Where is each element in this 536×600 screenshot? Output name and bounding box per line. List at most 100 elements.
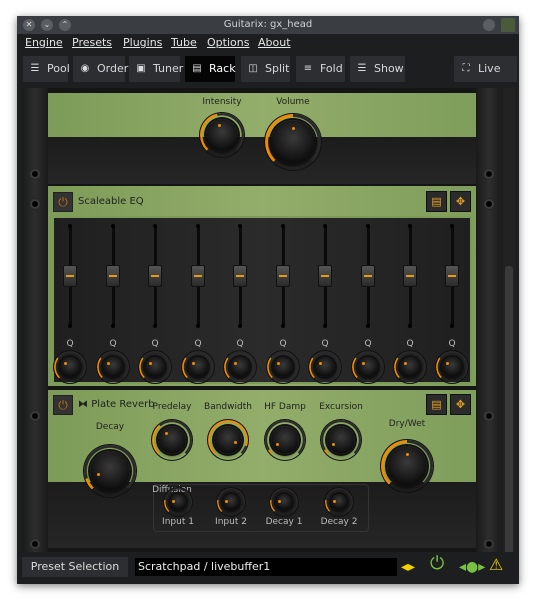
volume-knob-indicator [291, 127, 295, 131]
eq-slider-led [450, 324, 454, 328]
rack-button[interactable]: ▤ Rack [185, 56, 236, 82]
menu-about[interactable]: About [258, 36, 291, 49]
screw-icon [29, 168, 41, 180]
screw-icon [483, 168, 495, 180]
label: Live [478, 62, 501, 75]
eq-gain-slider[interactable] [361, 265, 375, 287]
eq-q-knob[interactable] [145, 357, 165, 377]
label: Fold [320, 62, 343, 75]
menu-tube[interactable]: Tube [171, 36, 197, 49]
eq-slider-led [408, 224, 412, 228]
eq-gain-slider[interactable] [191, 265, 205, 287]
eq-presets-button[interactable]: ▤ [426, 191, 447, 212]
eq-gain-slider[interactable] [445, 265, 459, 287]
eq-q-knob[interactable] [230, 357, 250, 377]
top-panel-bottom [48, 137, 476, 184]
eq-move-button[interactable]: ✥ [450, 191, 471, 212]
engine-power-icon[interactable]: ⏻ [430, 555, 444, 573]
rack-rail-right [476, 88, 500, 564]
reverb-presets-button[interactable]: ▤ [426, 394, 447, 415]
tuner-button[interactable]: ▣ Tuner [129, 56, 183, 82]
eq-q-knob[interactable] [315, 357, 335, 377]
volume-label: Volume [276, 97, 310, 107]
eq-slider-led [68, 324, 72, 328]
eq-gain-slider[interactable] [63, 265, 77, 287]
warning-icon[interactable]: ⚠ [489, 556, 503, 574]
eq-q-knob-indicator [148, 361, 152, 365]
minimize-icon[interactable]: ⌄ [41, 19, 53, 31]
tuner-icon: ▣ [136, 63, 146, 74]
titlebar: ✕ ⌄ ⌃ Guitarix: gx_head [17, 16, 519, 34]
eq-q-knob[interactable] [400, 357, 420, 377]
menu-engine[interactable]: Engine [25, 36, 63, 49]
excursion-knob[interactable] [327, 426, 355, 454]
eq-q-knob[interactable] [60, 357, 80, 377]
split-icon: ◫ [248, 63, 258, 74]
fold-button[interactable]: ≡ Fold [296, 56, 345, 82]
label: Show [374, 62, 404, 75]
list-icon: ☰ [30, 63, 40, 74]
diffusion-knob-indicator [171, 499, 175, 503]
eq-slider-led [323, 324, 327, 328]
decay-label: Decay [95, 422, 125, 432]
show-button[interactable]: ☰ Show [350, 56, 405, 82]
eq-q-knob-indicator [361, 361, 365, 365]
scrollbar-thumb[interactable] [505, 266, 513, 562]
eq-slider-led [196, 324, 200, 328]
eq-power-button[interactable]: ⏻ [53, 192, 73, 212]
hf-damp-knob[interactable] [271, 426, 299, 454]
eq-q-knob[interactable] [103, 357, 123, 377]
eq-slider-led [111, 224, 115, 228]
eq-gain-slider[interactable] [403, 265, 417, 287]
eq-gain-slider[interactable] [106, 265, 120, 287]
eq-gain-slider[interactable] [276, 265, 290, 287]
close-icon[interactable]: ✕ [23, 19, 35, 31]
eq-slider-led [68, 224, 72, 228]
menu-options[interactable]: Options [207, 36, 249, 49]
reverb-move-button[interactable]: ✥ [450, 394, 471, 415]
rack-area: ⏻ Scaleable EQ ▤ ✥ ⏻ ⧓ Plate Reverb ▤ ✥ … [22, 88, 500, 564]
eq-q-knob[interactable] [358, 357, 378, 377]
intensity-label: Intensity [202, 97, 242, 107]
jack-transport-icon[interactable]: ◂▸ [401, 558, 415, 576]
reverb-power-button[interactable]: ⏻ [53, 395, 73, 415]
menubar: Engine Presets Plugins Tube Options Abou… [17, 34, 519, 52]
eq-q-knob-indicator [63, 361, 67, 365]
pool-button[interactable]: ☰ Pool [23, 56, 70, 82]
preset-selection-button[interactable]: Preset Selection [22, 557, 128, 577]
window-title: Guitarix: gx_head [223, 19, 313, 30]
screw-icon [483, 410, 495, 422]
eq-q-knob[interactable] [273, 357, 293, 377]
eq-gain-slider[interactable] [148, 265, 162, 287]
preset-name-field[interactable]: Scratchpad / livebuffer1 [135, 558, 397, 576]
eq-slider-led [281, 224, 285, 228]
screw-icon [29, 410, 41, 422]
intensity-knob[interactable] [206, 119, 238, 151]
rack-icon: ▤ [192, 63, 202, 74]
keep-above-icon[interactable] [483, 19, 495, 31]
order-button[interactable]: ◉ Order [73, 56, 128, 82]
menu-presets[interactable]: Presets [72, 36, 112, 49]
show-icon: ☰ [357, 63, 367, 74]
eq-slider-led [366, 224, 370, 228]
eq-q-knob-indicator [318, 361, 322, 365]
eq-q-knob-indicator [403, 361, 407, 365]
eq-q-knob[interactable] [442, 357, 462, 377]
power-icon: ⏻ [58, 398, 68, 412]
split-button[interactable]: ◫ Split [241, 56, 290, 82]
bandwidth-knob[interactable] [214, 426, 242, 454]
predelay-knob[interactable] [158, 426, 186, 454]
maximize-icon[interactable]: ⌃ [59, 19, 71, 31]
eq-gain-slider[interactable] [318, 265, 332, 287]
live-button[interactable]: ⛶ Live [454, 56, 517, 82]
diffusion-knob-indicator [332, 499, 336, 503]
eq-slider-led [281, 324, 285, 328]
midi-connect-icon[interactable]: ◂●▸ [459, 558, 485, 576]
power-icon: ⏻ [58, 195, 68, 209]
decay-knob[interactable] [90, 451, 130, 491]
eq-gain-slider[interactable] [233, 265, 247, 287]
circle-icon: ◉ [80, 63, 90, 74]
eq-q-knob[interactable] [188, 357, 208, 377]
menu-plugins[interactable]: Plugins [123, 36, 162, 49]
eq-q-knob-indicator [106, 361, 110, 365]
